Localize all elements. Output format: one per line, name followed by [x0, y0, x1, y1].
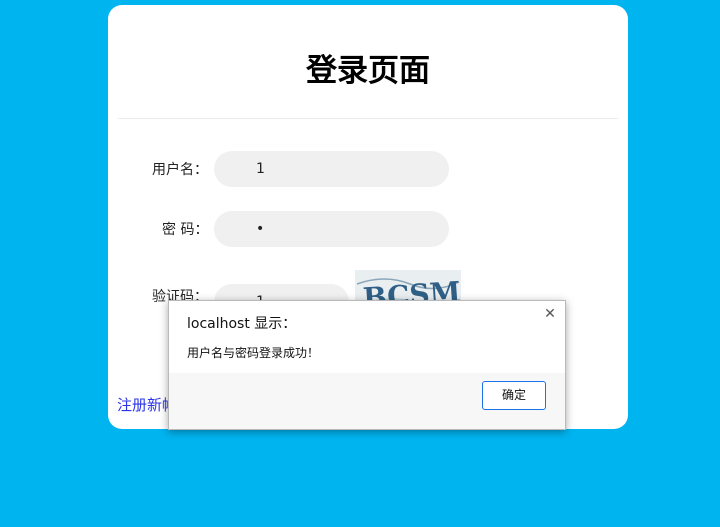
dialog-title: localhost 显示：	[187, 316, 297, 332]
page-title: 登录页面	[306, 53, 430, 89]
title-divider	[118, 118, 618, 119]
alert-dialog: localhost 显示： ✕ 用户名与密码登录成功！ 确定	[168, 300, 566, 430]
password-input[interactable]: •	[214, 211, 449, 247]
page: { "login": { "title": "登录页面", "username_…	[0, 0, 720, 527]
password-label: 密 码：	[162, 222, 209, 238]
dialog-footer: 确定	[169, 373, 565, 429]
username-input[interactable]: 1	[214, 151, 449, 187]
dialog-message: 用户名与密码登录成功！	[187, 346, 320, 360]
username-label: 用户名：	[152, 162, 208, 178]
ok-button[interactable]: 确定	[482, 381, 546, 410]
close-icon[interactable]: ✕	[543, 307, 557, 321]
